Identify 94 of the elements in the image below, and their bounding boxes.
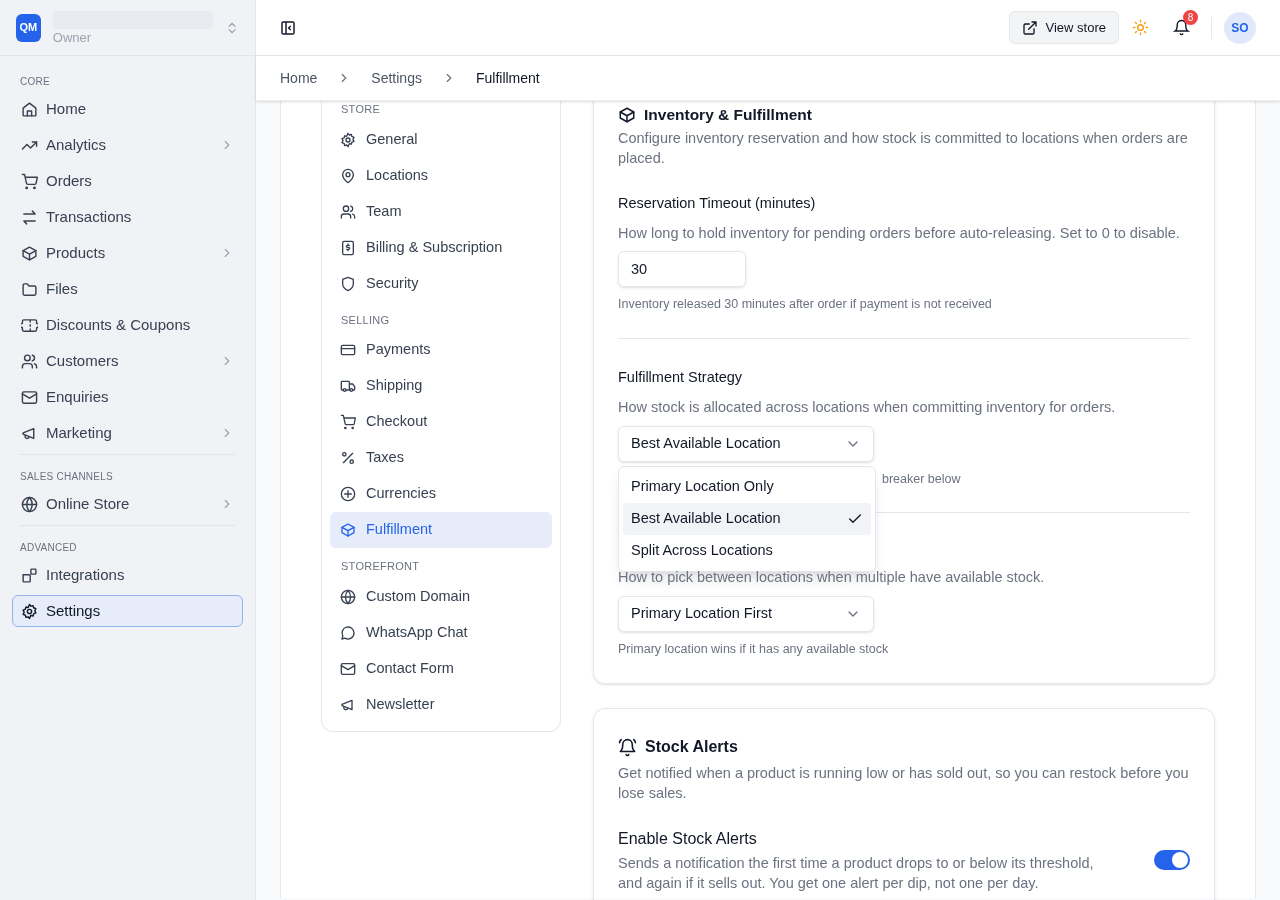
- blocks-icon: [21, 566, 38, 584]
- sidebar-toggle-icon[interactable]: [280, 19, 296, 36]
- settings-icon: [340, 131, 356, 148]
- field-hint: Inventory released 30 minutes after order if payment is not received: [618, 296, 993, 313]
- breadcrumb-link[interactable]: Settings: [371, 67, 422, 89]
- home-icon: [21, 100, 38, 118]
- chat-bubble-icon: [340, 624, 356, 641]
- settings-nav-item[interactable]: Locations: [330, 157, 552, 194]
- shield-icon: [340, 275, 356, 292]
- settings-nav-item[interactable]: Newsletter: [330, 686, 552, 723]
- sidebar-item[interactable]: Files: [12, 273, 243, 305]
- box-icon: [340, 522, 356, 538]
- section-heading: SELLING: [340, 312, 391, 328]
- globe-icon: [21, 495, 38, 513]
- cart-icon: [340, 414, 356, 430]
- breadcrumb-current: Fulfillment: [475, 68, 540, 88]
- sidebar-item[interactable]: Settings: [12, 595, 243, 627]
- cart-icon: [21, 172, 38, 190]
- sun-icon[interactable]: [1132, 19, 1149, 36]
- sidebar-item[interactable]: Online Store: [12, 488, 243, 520]
- field-hint: breaker below: [882, 470, 962, 488]
- field-description: How long to hold inventory for pending orders before auto-releasing. Set to 0 to disable.: [618, 224, 1181, 243]
- view-store-button[interactable]: View store: [1008, 11, 1119, 44]
- mail-icon: [21, 388, 38, 406]
- credit-card-icon: [340, 342, 356, 358]
- section-heading: STOREFRONT: [340, 559, 421, 574]
- coin-icon: [340, 486, 356, 502]
- field-label: Reservation Timeout (minutes): [618, 194, 817, 214]
- settings-nav-item[interactable]: Currencies: [330, 476, 552, 512]
- setting-label: Enable Stock Alerts: [618, 829, 758, 849]
- map-pin-icon: [340, 167, 356, 184]
- dropdown-option[interactable]: Best Available Location: [623, 502, 871, 535]
- card-description: Configure inventory reservation and how stock is committed to locations when orders are placed.: [618, 129, 1189, 169]
- settings-nav-item[interactable]: WhatsApp Chat: [330, 614, 552, 651]
- sidebar-item[interactable]: Analytics: [12, 129, 243, 161]
- settings-nav-item[interactable]: Checkout: [330, 404, 552, 440]
- sidebar-item[interactable]: Orders: [12, 165, 243, 197]
- sidebar-item[interactable]: Enquiries: [12, 381, 243, 413]
- field-label: Fulfillment Strategy: [618, 367, 744, 387]
- settings-icon: [21, 602, 38, 620]
- card-title: Inventory & Fulfillment: [644, 105, 812, 125]
- users-icon: [340, 203, 356, 220]
- strategy-select[interactable]: Best Available Location: [618, 425, 874, 462]
- dollar-document-icon: [340, 239, 356, 256]
- arrows-icon: [21, 208, 38, 226]
- settings-nav-item[interactable]: Contact Form: [330, 650, 552, 687]
- notification-count: 8: [1183, 10, 1198, 25]
- sidebar-item[interactable]: Home: [12, 93, 243, 125]
- settings-nav-item[interactable]: General: [330, 121, 552, 158]
- sidebar-item[interactable]: Integrations: [12, 559, 243, 591]
- globe-icon: [340, 588, 356, 605]
- settings-nav-item[interactable]: Team: [330, 193, 552, 230]
- settings-nav-item[interactable]: Fulfillment: [330, 512, 552, 548]
- toggle-switch[interactable]: [1154, 850, 1190, 870]
- store-logo: QM: [16, 13, 41, 42]
- truck-icon: [340, 378, 356, 394]
- dropdown-option[interactable]: Split Across Locations: [623, 534, 871, 567]
- field-hint: Primary location wins if it has any available stock: [618, 641, 890, 659]
- ticket-icon: [21, 316, 38, 334]
- box-icon: [21, 244, 38, 262]
- card-description: Get notified when a product is running low or has sold out, so you can restock before you lose sales.: [618, 764, 1190, 803]
- field-description: How stock is allocated across locations when committing inventory for orders.: [618, 397, 1117, 417]
- breadcrumb-link[interactable]: Home: [280, 67, 318, 89]
- user-avatar[interactable]: SO: [1224, 11, 1256, 44]
- sidebar-item[interactable]: Marketing: [12, 417, 243, 449]
- folder-icon: [21, 280, 38, 298]
- card-title: Stock Alerts: [645, 737, 738, 757]
- tie-breaker-select[interactable]: Primary Location First: [618, 596, 874, 633]
- user-role: Owner: [52, 31, 93, 44]
- bell-icon[interactable]: [1173, 19, 1190, 36]
- settings-nav-item[interactable]: Custom Domain: [330, 578, 552, 615]
- users-icon: [21, 352, 38, 370]
- box-icon: [618, 105, 636, 124]
- setting-description: Sends a notification the first time a product drops to or below its threshold, and again if it sells out. You get one alert per dip, not one per day.: [618, 854, 1095, 893]
- sidebar-item[interactable]: Products: [12, 237, 243, 269]
- external-link-icon: [1021, 19, 1038, 36]
- sidebar-item[interactable]: Discounts & Coupons: [12, 309, 243, 341]
- percent-icon: [340, 450, 356, 466]
- timeout-input[interactable]: 30: [618, 251, 746, 287]
- section-heading: ADVANCED: [20, 541, 78, 555]
- sidebar-item[interactable]: Customers: [12, 345, 243, 377]
- section-heading: CORE: [20, 75, 51, 89]
- section-heading: SALES CHANNELS: [20, 470, 114, 484]
- settings-nav-item[interactable]: Security: [330, 265, 552, 302]
- field-description: How to pick between locations when multiple have available stock.: [618, 568, 1046, 588]
- settings-nav-item[interactable]: Shipping: [330, 368, 552, 404]
- mail-icon: [340, 660, 356, 677]
- sidebar-item[interactable]: Transactions: [12, 201, 243, 233]
- settings-nav-item[interactable]: Taxes: [330, 440, 552, 476]
- dropdown-option[interactable]: Primary Location Only: [623, 470, 871, 503]
- bell-icon: [618, 737, 637, 757]
- settings-nav-item[interactable]: Payments: [330, 332, 552, 368]
- section-heading: STORE: [340, 102, 382, 117]
- settings-nav-item[interactable]: Billing & Subscription: [330, 229, 552, 266]
